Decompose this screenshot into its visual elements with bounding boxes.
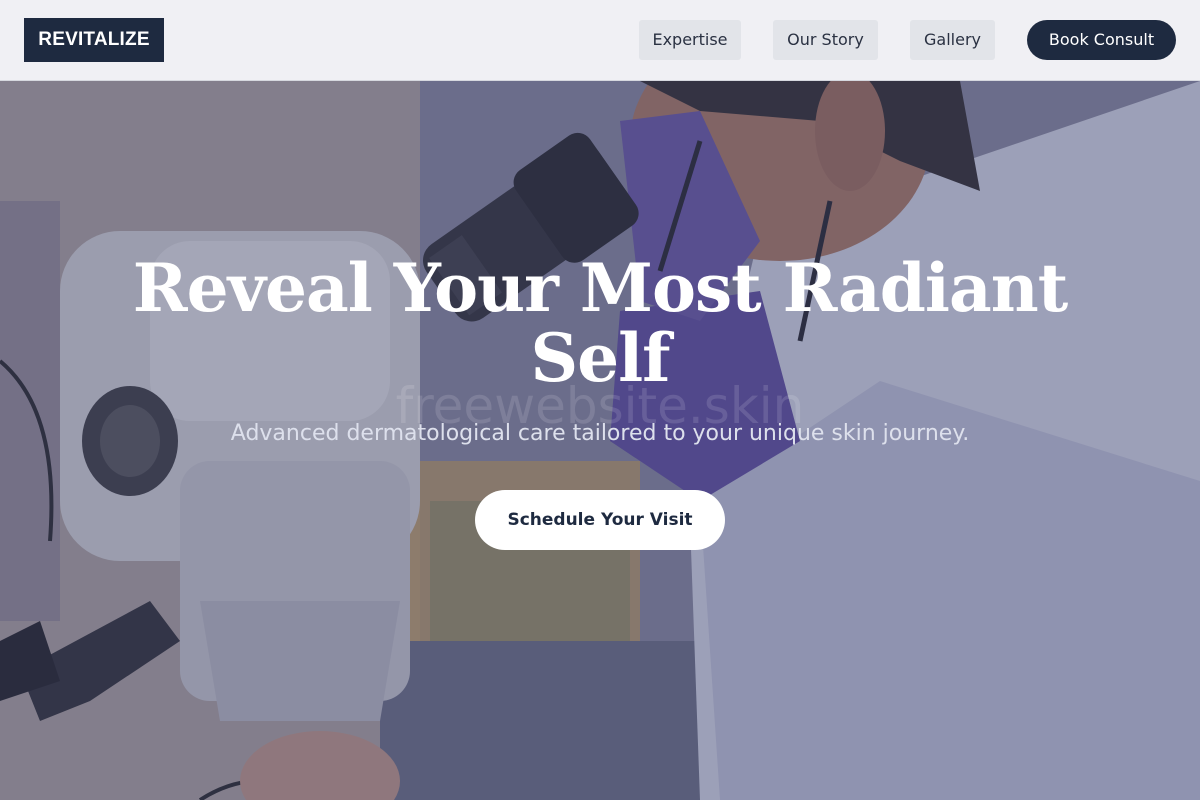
hero-subtitle: Advanced dermatological care tailored to… (230, 421, 970, 446)
book-consult-button[interactable]: Book Consult (1027, 20, 1176, 60)
hero-title-line2: Self (530, 319, 670, 397)
nav-our-story-button[interactable]: Our Story (773, 20, 878, 60)
nav-gallery-button[interactable]: Gallery (910, 20, 995, 60)
hero-title-line1: Reveal Your Most Radiant (132, 249, 1068, 327)
hero-title: Reveal Your Most Radiant Self (100, 253, 1100, 393)
logo[interactable]: REVITALIZE (24, 18, 164, 62)
hero-section: freewebsite.skin Reveal Your Most Radian… (0, 81, 1200, 800)
schedule-visit-button[interactable]: Schedule Your Visit (475, 490, 725, 550)
nav-expertise-button[interactable]: Expertise (639, 20, 741, 60)
site-header: REVITALIZE Expertise Our Story Gallery B… (0, 0, 1200, 81)
